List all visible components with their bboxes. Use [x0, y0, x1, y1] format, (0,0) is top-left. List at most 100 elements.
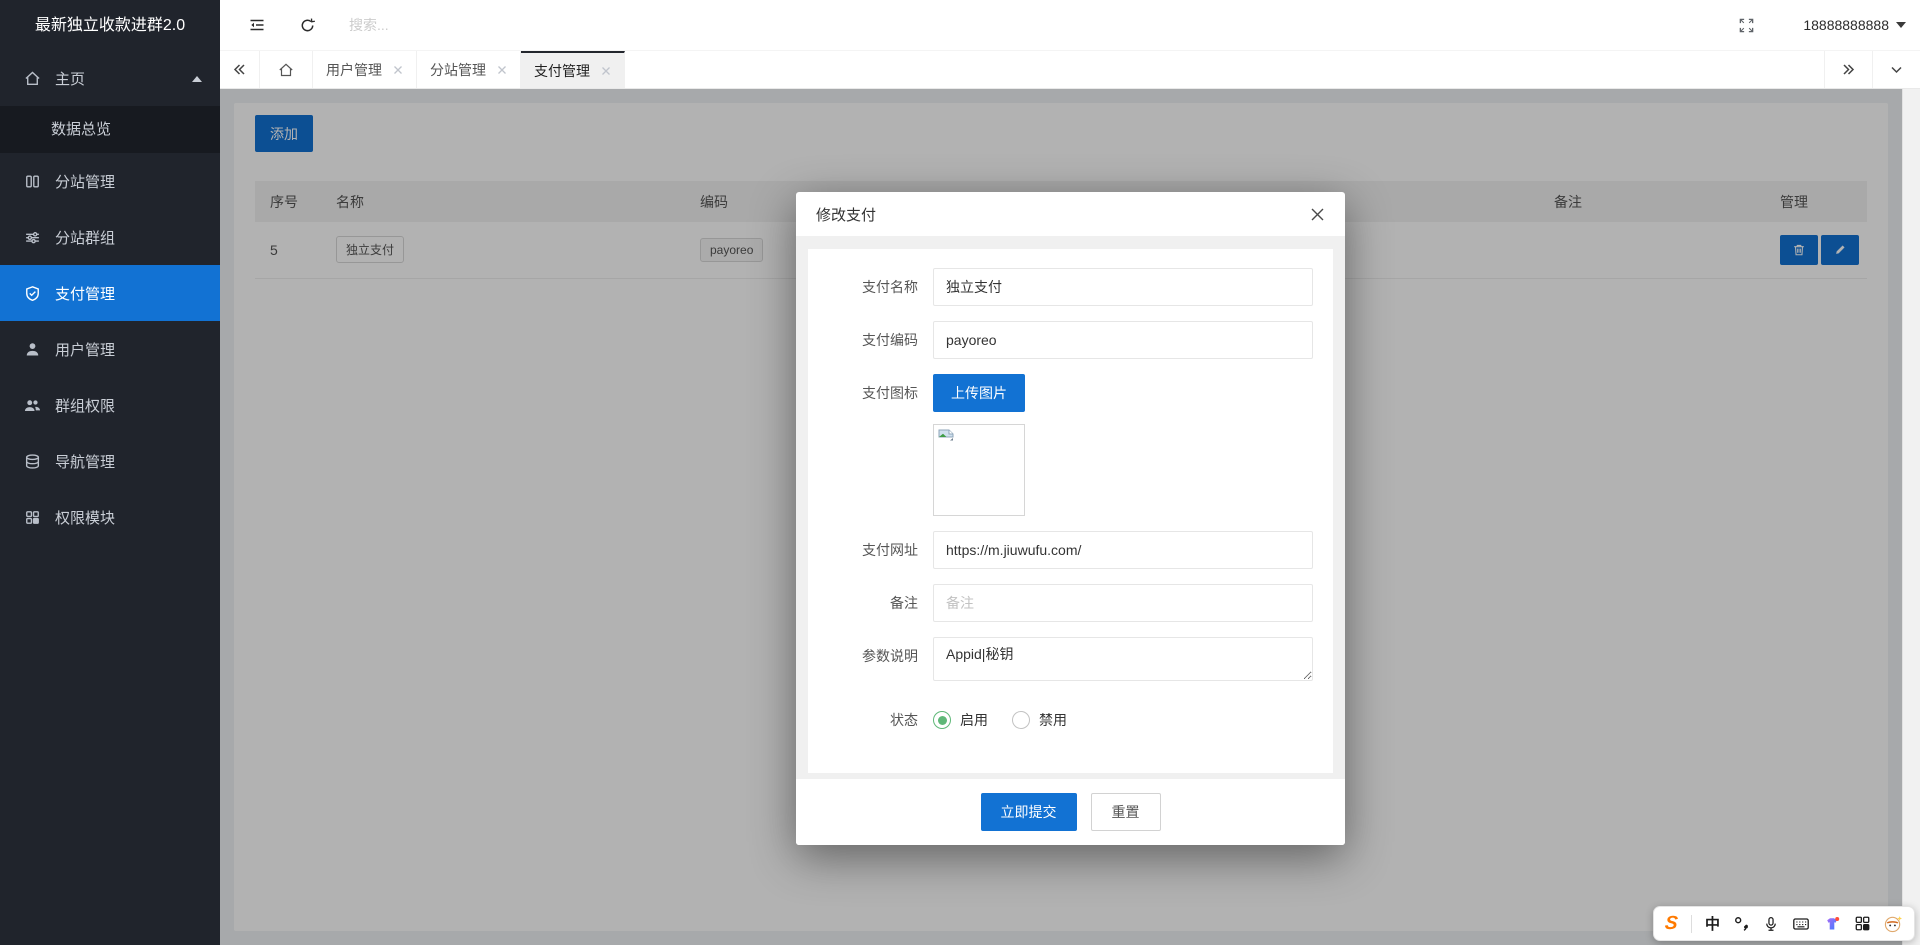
sidebar-item-label: 数据总览: [51, 121, 111, 138]
modal-body: 支付名称 支付编码 支付图标 上传图片 支付网址: [796, 237, 1345, 779]
toolbox-icon[interactable]: [1854, 915, 1871, 932]
username-text: 18888888888: [1803, 17, 1889, 33]
modal-form-panel: 支付名称 支付编码 支付图标 上传图片 支付网址: [808, 249, 1333, 773]
radio-label-disabled: 禁用: [1039, 710, 1067, 730]
tabs-scroll-right-button[interactable]: [1824, 51, 1872, 88]
sidebar: 最新独立收款进群2.0 主页 数据总览 分站管理 分站群组 支付管理 用户管理 …: [0, 0, 220, 945]
fullscreen-icon: [1738, 17, 1755, 34]
submit-button[interactable]: 立即提交: [981, 793, 1077, 831]
ime-language-mode[interactable]: 中: [1705, 913, 1720, 934]
sidebar-menu: 主页 数据总览 分站管理 分站群组 支付管理 用户管理 群组权限 导航管理: [0, 51, 220, 545]
broken-image-icon: [937, 428, 957, 448]
chevron-up-icon: [192, 76, 202, 82]
skin-icon[interactable]: [1823, 915, 1841, 933]
params-textarea[interactable]: Appid|秘钥: [933, 637, 1313, 681]
form-row-icon: 支付图标 上传图片: [808, 374, 1315, 516]
refresh-button[interactable]: [299, 17, 316, 34]
field-label: 支付图标: [808, 374, 933, 516]
radio-enabled[interactable]: [933, 711, 951, 729]
field-label: 状态: [808, 701, 933, 739]
microphone-icon[interactable]: [1763, 916, 1779, 932]
sidebar-item-label: 用户管理: [55, 339, 115, 360]
punctuation-icon[interactable]: [1733, 915, 1750, 932]
sogou-logo-icon[interactable]: S: [1664, 914, 1679, 933]
note-input[interactable]: [933, 584, 1313, 622]
close-icon[interactable]: [601, 66, 611, 76]
sidebar-item-payment-manage[interactable]: 支付管理: [0, 265, 220, 321]
sidebar-item-label: 群组权限: [55, 395, 115, 416]
radio-disabled[interactable]: [1012, 711, 1030, 729]
sidebar-item-user-manage[interactable]: 用户管理: [0, 321, 220, 377]
collapse-sidebar-button[interactable]: [248, 16, 266, 34]
tab-label: 用户管理: [326, 60, 382, 80]
edit-payment-modal: 修改支付 支付名称 支付编码 支付图标 上传图片: [796, 192, 1345, 845]
user-menu[interactable]: 18888888888: [1803, 17, 1906, 33]
sidebar-item-group-permissions[interactable]: 群组权限: [0, 377, 220, 433]
tab-payment-manage[interactable]: 支付管理: [521, 51, 625, 88]
sidebar-item-label: 分站群组: [55, 227, 115, 248]
tab-tools: [1824, 51, 1920, 88]
form-row-note: 备注: [808, 584, 1315, 622]
payment-name-input[interactable]: [933, 268, 1313, 306]
close-icon[interactable]: [497, 65, 507, 75]
field-label: 支付网址: [808, 531, 933, 569]
app-title: 最新独立收款进群2.0: [0, 0, 220, 51]
modal-title: 修改支付: [816, 204, 876, 225]
sidebar-item-substation-groups[interactable]: 分站群组: [0, 209, 220, 265]
form-row-url: 支付网址: [808, 531, 1315, 569]
columns-icon: [24, 173, 41, 190]
radio-dot: [938, 716, 947, 725]
payment-url-input[interactable]: [933, 531, 1313, 569]
tab-bar: 用户管理 分站管理 支付管理: [220, 51, 1920, 89]
tab-home[interactable]: [260, 51, 313, 88]
sidebar-item-label: 分站管理: [55, 171, 115, 192]
tab-label: 支付管理: [534, 61, 590, 81]
sidebar-item-home[interactable]: 主页: [0, 51, 220, 106]
refresh-icon: [299, 17, 316, 34]
payment-code-input[interactable]: [933, 321, 1313, 359]
home-icon: [24, 70, 41, 87]
stack-icon: [24, 453, 41, 470]
shield-check-icon: [24, 285, 41, 302]
upload-image-button[interactable]: 上传图片: [933, 374, 1025, 412]
double-chevron-right-icon: [1841, 62, 1856, 77]
field-label: 支付编码: [808, 321, 933, 359]
grid-icon: [24, 509, 41, 526]
tabs-scroll-left-button[interactable]: [220, 51, 260, 88]
fullscreen-button[interactable]: [1738, 17, 1755, 34]
sidebar-item-nav-manage[interactable]: 导航管理: [0, 433, 220, 489]
tab-substation-manage[interactable]: 分站管理: [417, 51, 521, 88]
close-icon[interactable]: [393, 65, 403, 75]
form-row-status: 状态 启用 禁用: [808, 701, 1315, 739]
page-scrollbar[interactable]: [1902, 89, 1920, 945]
sogou-assistant-icon[interactable]: [1884, 914, 1903, 933]
chevron-down-icon: [1896, 22, 1906, 28]
close-icon: [1310, 207, 1325, 222]
modal-footer: 立即提交 重置: [796, 779, 1345, 845]
user-icon: [24, 341, 41, 358]
topbar: 18888888888: [220, 0, 1920, 51]
chevron-down-icon: [1889, 62, 1904, 77]
menu-fold-icon: [248, 16, 266, 34]
modal-close-button[interactable]: [1310, 207, 1325, 222]
field-label: 支付名称: [808, 268, 933, 306]
modal-header: 修改支付: [796, 192, 1345, 237]
field-label: 备注: [808, 584, 933, 622]
search-input[interactable]: [349, 17, 589, 33]
divider: [1691, 915, 1692, 933]
tab-label: 分站管理: [430, 60, 486, 80]
double-chevron-left-icon: [232, 62, 247, 77]
form-row-name: 支付名称: [808, 268, 1315, 306]
tab-user-manage[interactable]: 用户管理: [313, 51, 417, 88]
sidebar-item-permission-module[interactable]: 权限模块: [0, 489, 220, 545]
users-icon: [24, 397, 41, 414]
home-icon: [278, 62, 294, 78]
keyboard-icon[interactable]: [1792, 915, 1810, 933]
form-row-code: 支付编码: [808, 321, 1315, 359]
radio-label-enabled: 启用: [960, 710, 988, 730]
tabs-menu-button[interactable]: [1872, 51, 1920, 88]
sidebar-item-data-overview[interactable]: 数据总览: [0, 106, 220, 153]
ime-toolbar: S 中: [1653, 906, 1915, 941]
sidebar-item-substation-manage[interactable]: 分站管理: [0, 153, 220, 209]
reset-button[interactable]: 重置: [1091, 793, 1161, 831]
